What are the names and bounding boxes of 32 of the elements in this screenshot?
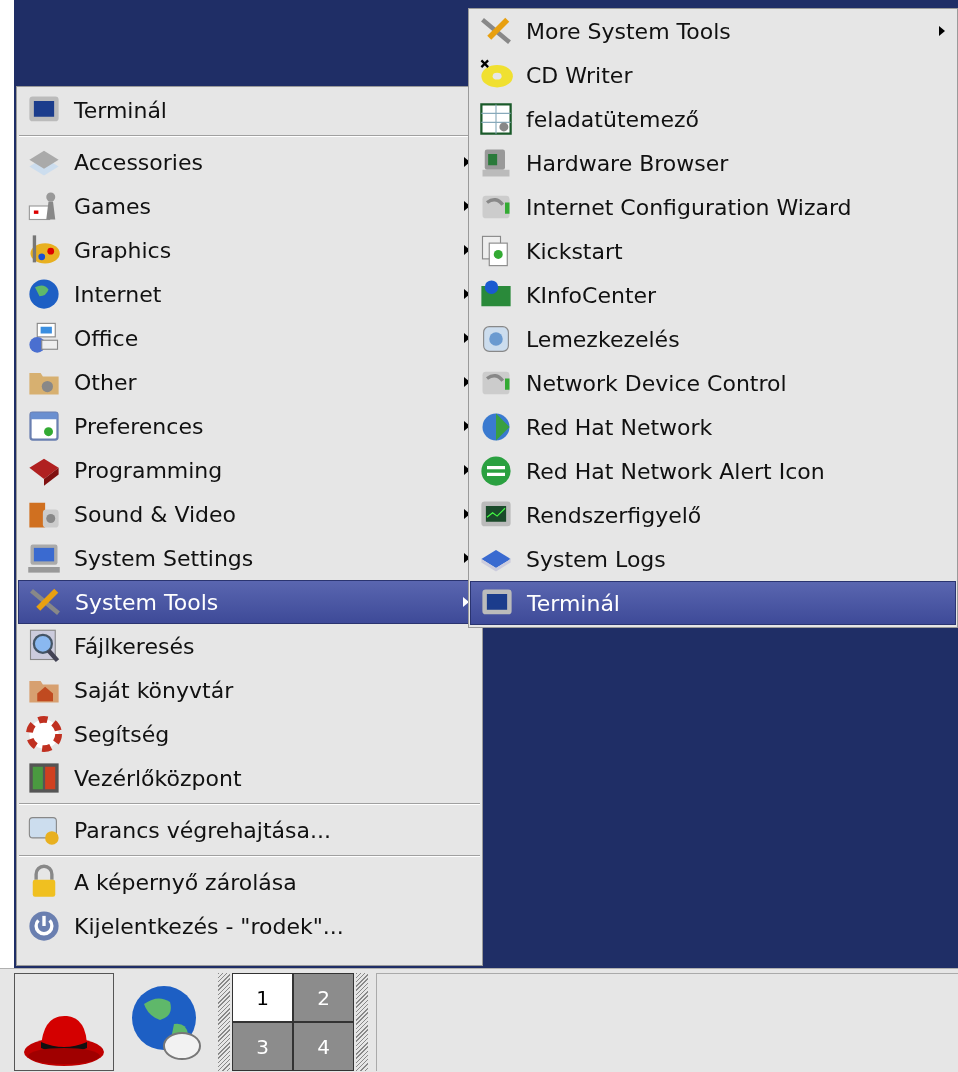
menu-item[interactable]: Fájlkeresés [18,624,481,668]
window-icon [26,408,62,444]
drag-handle[interactable] [218,973,230,1071]
menu-item[interactable]: Saját könyvtár [18,668,481,712]
power-icon [26,908,62,944]
menu-item[interactable]: Red Hat Network Alert Icon [470,449,956,493]
drag-handle[interactable] [356,973,368,1071]
menu-item[interactable]: Internet Configuration Wizard [470,185,956,229]
menu-item[interactable]: KInfoCenter [470,273,956,317]
control-panel-icon [26,760,62,796]
menu-item[interactable]: Segítség [18,712,481,756]
menu-item[interactable]: System Logs [470,537,956,581]
menu-item[interactable]: Parancs végrehajtása... [18,808,481,852]
menu-item[interactable]: Rendszerfigyelő [470,493,956,537]
lifebuoy-icon [26,716,62,752]
menu-item[interactable]: Vezérlőközpont [18,756,481,800]
menu-item[interactable]: Lemezkezelés [470,317,956,361]
menu-item[interactable]: Hardware Browser [470,141,956,185]
schedule-icon [478,101,514,137]
menu-item[interactable]: Kijelentkezés - "rodek"... [18,904,481,948]
menu-item[interactable]: Red Hat Network [470,405,956,449]
menu-item[interactable]: Network Device Control [470,361,956,405]
globe-icon [26,276,62,312]
workspace-button[interactable]: 1 [233,974,292,1021]
main-menu-button[interactable] [14,973,114,1071]
menu-item[interactable]: More System Tools [470,9,956,53]
exchange-icon [478,453,514,489]
menu-item[interactable]: A képernyő zárolása [18,860,481,904]
menu-item[interactable]: feladatütemező [470,97,956,141]
menu-item[interactable]: CD Writer [470,53,956,97]
menu-item[interactable]: Terminál [470,581,956,625]
menu-item[interactable]: Kickstart [470,229,956,273]
